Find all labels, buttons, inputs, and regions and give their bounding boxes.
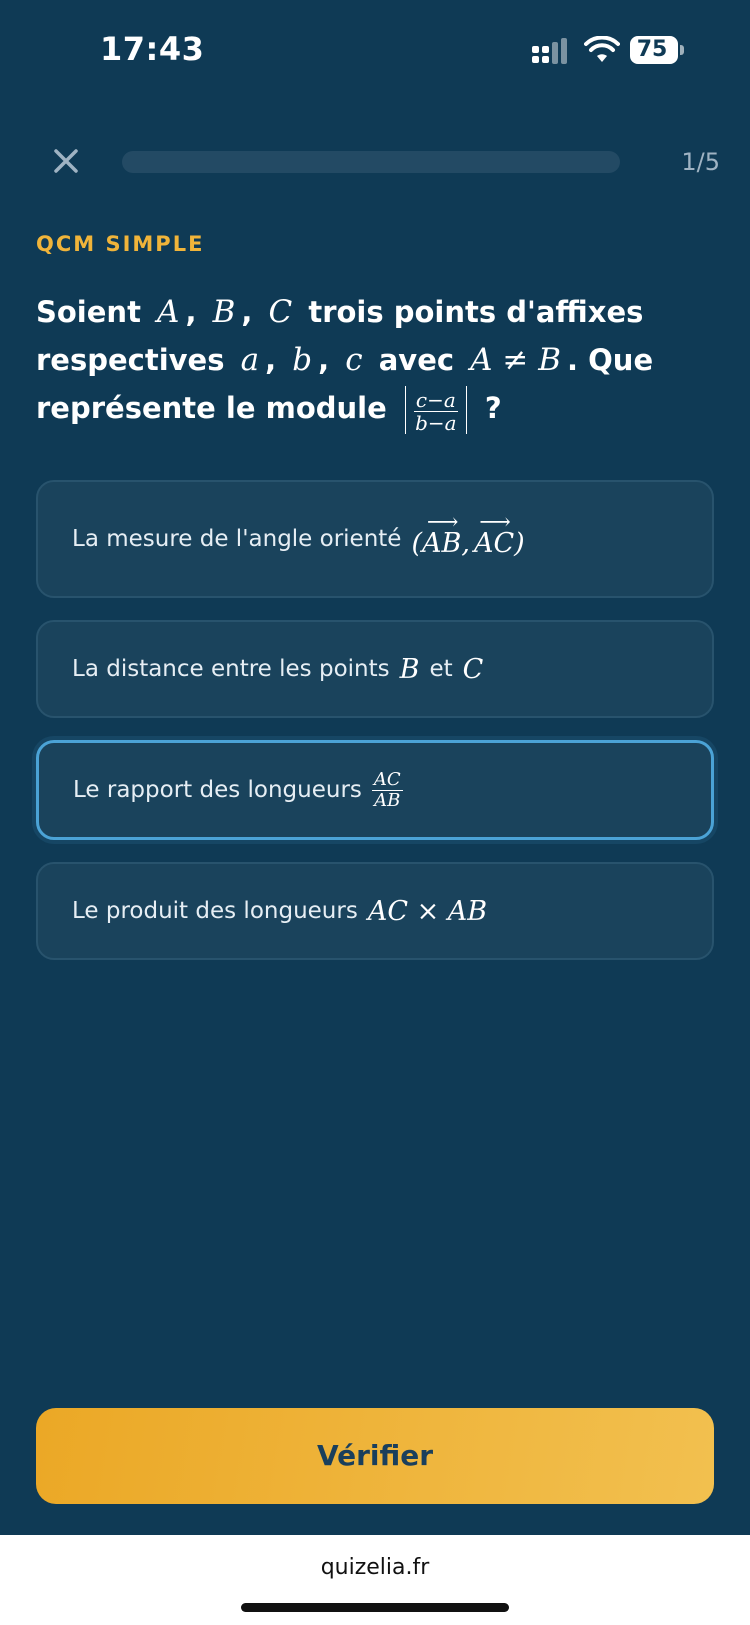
browser-address-bar: quizelia.fr bbox=[0, 1535, 750, 1625]
progress-counter: 1/5 bbox=[681, 148, 720, 176]
answer-option-1[interactable]: La mesure de l'angle orienté (⟶ AB, ⟶ AC) bbox=[36, 480, 714, 598]
option-math: B bbox=[399, 653, 420, 685]
verify-button-label: Vérifier bbox=[316, 1439, 434, 1472]
option-math: C bbox=[462, 653, 484, 685]
answer-option-2[interactable]: La distance entre les points B et C bbox=[36, 620, 714, 718]
status-bar: 17:43 75 bbox=[0, 0, 750, 100]
verify-button[interactable]: Vérifier bbox=[36, 1408, 714, 1504]
question-type-label: QCM SIMPLE bbox=[36, 232, 205, 256]
module-expression: c−a b−a bbox=[404, 385, 467, 435]
close-icon[interactable] bbox=[50, 145, 82, 177]
battery-icon: 75 bbox=[630, 36, 684, 64]
wifi-icon bbox=[584, 36, 620, 62]
answer-option-4[interactable]: Le produit des longueurs AC × AB bbox=[36, 862, 714, 960]
question-text: Soient A, B, C trois points d'affixes re… bbox=[36, 294, 654, 436]
option-label: Le produit des longueurs bbox=[72, 898, 358, 924]
option-math: (⟶ AB, ⟶ AC) bbox=[411, 509, 525, 559]
option-math: AC × AB bbox=[367, 895, 488, 927]
option-label: Le rapport des longueurs bbox=[73, 777, 362, 803]
home-indicator[interactable] bbox=[241, 1603, 509, 1612]
option-label: La mesure de l'angle orienté bbox=[72, 526, 402, 552]
url-text[interactable]: quizelia.fr bbox=[0, 1555, 750, 1580]
option-math: AC AB bbox=[371, 768, 403, 811]
battery-level: 75 bbox=[636, 37, 668, 62]
progress-bar bbox=[122, 151, 620, 173]
option-label: La distance entre les points bbox=[72, 656, 390, 682]
answer-option-3[interactable]: Le rapport des longueurs AC AB bbox=[36, 740, 714, 840]
status-time: 17:43 bbox=[100, 30, 205, 68]
cellular-signal-icon bbox=[532, 38, 572, 64]
option-label-mid: et bbox=[429, 656, 453, 682]
